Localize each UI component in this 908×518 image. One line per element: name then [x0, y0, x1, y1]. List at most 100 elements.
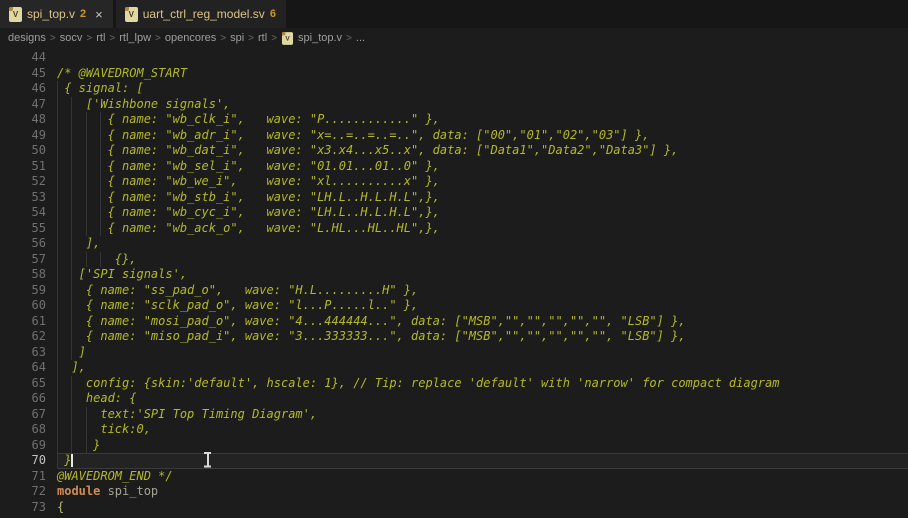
code-line-66[interactable]: 66 head: {: [0, 391, 908, 407]
code-line-61[interactable]: 61 { name: "mosi_pad_o", wave: "4...4444…: [0, 314, 908, 330]
code-line-56[interactable]: 56 ],: [0, 236, 908, 252]
indent-guide: [100, 112, 101, 128]
indent-guide: [71, 128, 72, 144]
indent-guide: [71, 267, 72, 283]
code-text: { signal: [: [57, 81, 908, 97]
tab-uart-ctrl-reg-model[interactable]: V uart_ctrl_reg_model.sv 6: [116, 0, 286, 28]
line-number: 72: [0, 484, 46, 500]
code-text: {: [57, 500, 908, 516]
code-line-48[interactable]: 48 { name: "wb_clk_i", wave: "P.........…: [0, 112, 908, 128]
code-line-49[interactable]: 49 { name: "wb_adr_i", wave: "x=..=..=..…: [0, 128, 908, 144]
code-text: text:'SPI Top Timing Diagram',: [57, 407, 908, 423]
code-line-44[interactable]: 44: [0, 50, 908, 66]
code-line-67[interactable]: 67 text:'SPI Top Timing Diagram',: [0, 407, 908, 423]
code-line-47[interactable]: 47 ['Wishbone signals',: [0, 97, 908, 113]
indent-guide: [57, 112, 58, 128]
breadcrumb-item-designs[interactable]: designs: [8, 32, 46, 44]
code-text: @WAVEDROM_END */: [57, 469, 908, 485]
chevron-right-icon: >: [248, 33, 254, 44]
indent-guide: [100, 174, 101, 190]
indent-guide: [86, 252, 87, 268]
code-line-54[interactable]: 54 { name: "wb_cyc_i", wave: "LH.L..H.L.…: [0, 205, 908, 221]
indent-guide: [57, 143, 58, 159]
indent-guide: [57, 329, 58, 345]
indent-guide: [100, 159, 101, 175]
code-line-70[interactable]: 70 }: [0, 453, 908, 469]
code-line-58[interactable]: 58 ['SPI signals',: [0, 267, 908, 283]
line-number: 53: [0, 190, 46, 206]
line-number: 57: [0, 252, 46, 268]
code-line-59[interactable]: 59 { name: "ss_pad_o", wave: "H.L.......…: [0, 283, 908, 299]
code-line-73[interactable]: 73{: [0, 500, 908, 516]
code-line-65[interactable]: 65 config: {skin:'default', hscale: 1}, …: [0, 376, 908, 392]
indent-guide: [57, 190, 58, 206]
code-text: config: {skin:'default', hscale: 1}, // …: [57, 376, 908, 392]
indent-guide: [71, 283, 72, 299]
breadcrumb-item-rtl-lpw[interactable]: rtl_lpw: [119, 32, 151, 44]
breadcrumb-item-socv[interactable]: socv: [60, 32, 83, 44]
mouse-ibeam-cursor: [203, 452, 212, 467]
code-line-51[interactable]: 51 { name: "wb_sel_i", wave: "01.01...01…: [0, 159, 908, 175]
breadcrumb-item-spi[interactable]: spi: [230, 32, 244, 44]
indent-guide: [57, 407, 58, 423]
chevron-right-icon: >: [346, 33, 352, 44]
indent-guide: [57, 128, 58, 144]
indent-guide: [100, 128, 101, 144]
code-editor[interactable]: 4445/* @WAVEDROM_START46 { signal: [47 […: [0, 48, 908, 518]
indent-guide: [71, 205, 72, 221]
code-line-60[interactable]: 60 { name: "sclk_pad_o", wave: "l...P...…: [0, 298, 908, 314]
code-text: { name: "wb_we_i", wave: "xl..........x"…: [57, 174, 908, 190]
code-line-71[interactable]: 71@WAVEDROM_END */: [0, 469, 908, 485]
line-number: 52: [0, 174, 46, 190]
code-text: }: [57, 438, 908, 454]
indent-guide: [57, 376, 58, 392]
indent-guide: [71, 329, 72, 345]
code-line-57[interactable]: 57 {},: [0, 252, 908, 268]
breadcrumb-item-rtl[interactable]: rtl: [96, 32, 105, 44]
line-number: 50: [0, 143, 46, 159]
indent-guide: [71, 190, 72, 206]
indent-guide: [57, 391, 58, 407]
indent-guide: [71, 438, 72, 454]
code-line-46[interactable]: 46 { signal: [: [0, 81, 908, 97]
code-line-63[interactable]: 63 ]: [0, 345, 908, 361]
breadcrumb-item-rtl2[interactable]: rtl: [258, 32, 267, 44]
line-number: 48: [0, 112, 46, 128]
indent-guide: [57, 453, 58, 469]
indent-guide: [71, 252, 72, 268]
line-number: 59: [0, 283, 46, 299]
indent-guide: [57, 298, 58, 314]
code-line-72[interactable]: 72 module spi_top: [0, 484, 908, 500]
indent-guide: [57, 283, 58, 299]
code-line-50[interactable]: 50 { name: "wb_dat_i", wave: "x3.x4...x5…: [0, 143, 908, 159]
code-text: head: {: [57, 391, 908, 407]
line-number: 58: [0, 267, 46, 283]
chevron-right-icon: >: [109, 33, 115, 44]
code-line-52[interactable]: 52 { name: "wb_we_i", wave: "xl.........…: [0, 174, 908, 190]
code-line-62[interactable]: 62 { name: "miso_pad_i", wave: "3...3333…: [0, 329, 908, 345]
breadcrumb-item-file[interactable]: spi_top.v: [298, 32, 342, 44]
code-line-64[interactable]: 64 ],: [0, 360, 908, 376]
indent-guide: [86, 159, 87, 175]
code-text: ['Wishbone signals',: [57, 97, 908, 113]
indent-guide: [57, 81, 58, 97]
indent-guide: [71, 407, 72, 423]
breadcrumb-item-opencores[interactable]: opencores: [165, 32, 216, 44]
code-line-53[interactable]: 53 { name: "wb_stb_i", wave: "LH.L..H.L.…: [0, 190, 908, 206]
tab-spi-top[interactable]: V spi_top.v 2 ×: [0, 0, 113, 28]
indent-guide: [100, 221, 101, 237]
indent-guide: [71, 345, 72, 361]
close-icon[interactable]: ×: [95, 8, 103, 21]
code-text: ]: [57, 345, 908, 361]
code-text: ],: [57, 360, 908, 376]
code-line-68[interactable]: 68 tick:0,: [0, 422, 908, 438]
breadcrumb-overflow[interactable]: ...: [356, 32, 365, 44]
code-line-69[interactable]: 69 }: [0, 438, 908, 454]
code-line-45[interactable]: 45/* @WAVEDROM_START: [0, 66, 908, 82]
code-line-55[interactable]: 55 { name: "wb_ack_o", wave: "L.HL...HL.…: [0, 221, 908, 237]
line-number: 61: [0, 314, 46, 330]
indent-guide: [57, 345, 58, 361]
code-text: }: [57, 453, 908, 469]
code-text: module spi_top: [57, 484, 908, 500]
code-text: { name: "wb_adr_i", wave: "x=..=..=..=..…: [57, 128, 908, 144]
